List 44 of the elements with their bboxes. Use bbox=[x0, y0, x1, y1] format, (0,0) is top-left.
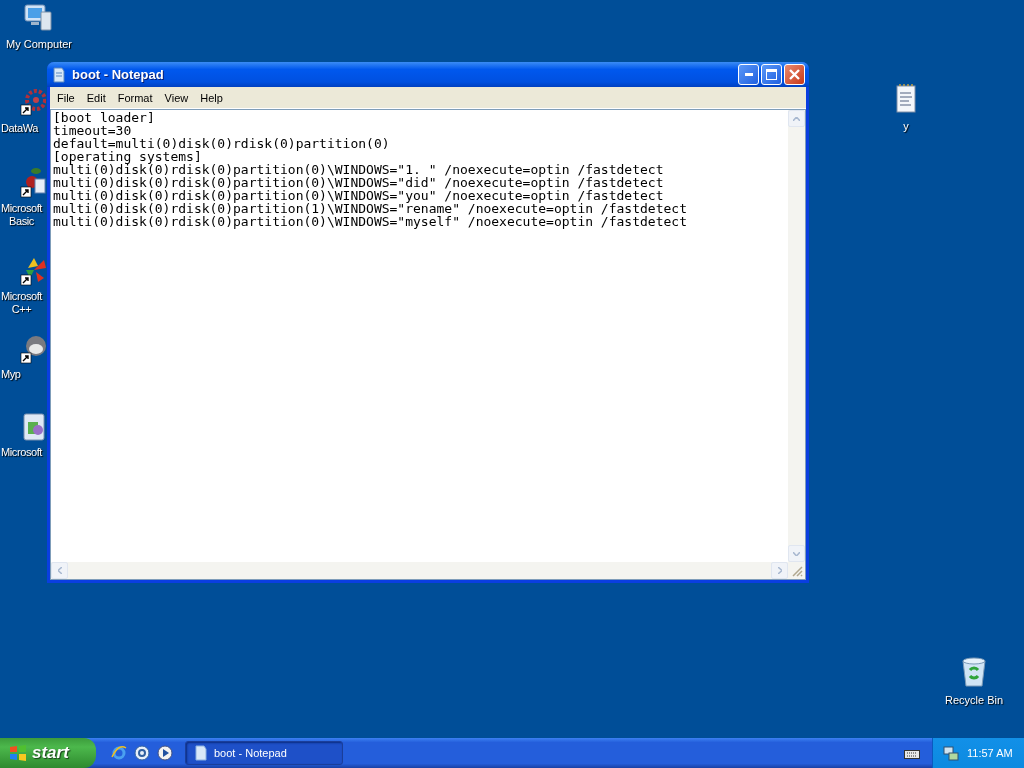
resize-grip-icon[interactable] bbox=[790, 564, 803, 577]
close-button[interactable] bbox=[784, 64, 805, 85]
text-line: [boot loader] bbox=[53, 111, 156, 124]
maximize-icon bbox=[766, 69, 777, 80]
icon-label: DataWa bbox=[0, 122, 38, 135]
icon-label: My Computer bbox=[5, 38, 73, 51]
icon-label: Microsoft Basic bbox=[0, 202, 43, 228]
minimize-button[interactable] bbox=[738, 64, 759, 85]
icon-label: Microsoft C++ bbox=[0, 290, 43, 316]
notepad-icon bbox=[194, 745, 208, 761]
icon-label: Myp bbox=[0, 368, 21, 381]
text-line: multi(0)disk(0)rdisk(0)partition(0)\WINDOWS="you" /noexecute=optin /fastdetect bbox=[53, 189, 665, 202]
media-player-icon[interactable] bbox=[157, 745, 173, 761]
text-line: multi(0)disk(0)rdisk(0)partition(0)\WINDOWS="myself" /noexecute=optin /fastdetect bbox=[53, 215, 688, 228]
recycle-bin-icon[interactable] bbox=[959, 656, 989, 688]
taskbar-button[interactable]: boot - Notepad bbox=[185, 741, 343, 765]
gear-icon[interactable] bbox=[20, 86, 46, 116]
menu-item[interactable]: File bbox=[51, 91, 81, 104]
text-line: default=multi(0)disk(0)rdisk(0)partition(0) bbox=[53, 137, 391, 150]
close-icon bbox=[789, 69, 800, 80]
icon-label: Microsoft bbox=[0, 446, 43, 459]
icon-label: Recycle Bin bbox=[944, 694, 1004, 706]
window-title: boot - Notepad bbox=[72, 67, 165, 82]
menu-item[interactable]: Edit bbox=[80, 91, 112, 104]
text-line: [operating systems] bbox=[53, 150, 202, 163]
maximize-button[interactable] bbox=[761, 64, 782, 85]
text-line: multi(0)disk(0)rdisk(0)partition(1)\WINDOWS="rename" /noexecute=optin /fastdetect bbox=[53, 202, 688, 215]
clock[interactable]: 11:57 AM bbox=[967, 747, 1013, 759]
application-icon[interactable] bbox=[20, 166, 46, 198]
browser-icon[interactable] bbox=[111, 745, 127, 761]
minimize-icon bbox=[744, 73, 753, 76]
text-file-icon[interactable] bbox=[894, 84, 918, 114]
text-line: timeout=30 bbox=[53, 124, 133, 137]
icon-label: y bbox=[903, 120, 909, 132]
text-line: multi(0)disk(0)rdisk(0)partition(0)\WINDOWS="1. " /noexecute=optin /fastdetect bbox=[53, 163, 665, 176]
computer-icon[interactable] bbox=[22, 2, 54, 34]
menu-item[interactable]: Help bbox=[194, 91, 229, 104]
network-icon[interactable] bbox=[943, 745, 959, 761]
notepad-icon bbox=[52, 66, 66, 83]
text-line: multi(0)disk(0)rdisk(0)partition(0)\WINDOWS="did" /noexecute=optin /fastdetect bbox=[53, 176, 665, 189]
windows-flag-icon bbox=[9, 744, 27, 762]
menu-item[interactable]: View bbox=[158, 91, 195, 104]
menu-item[interactable]: Format bbox=[111, 91, 159, 104]
keyboard-icon[interactable] bbox=[904, 747, 920, 759]
